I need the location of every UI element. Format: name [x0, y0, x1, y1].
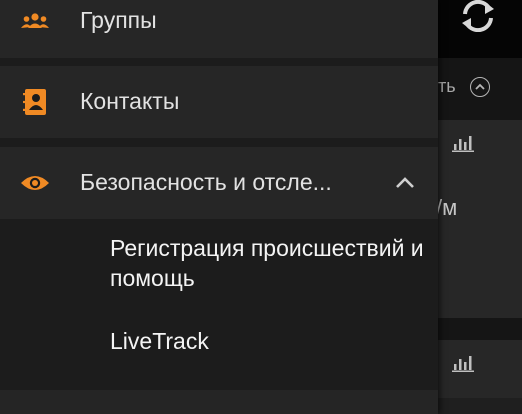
card-text: /м — [436, 195, 458, 220]
eye-icon — [20, 168, 50, 198]
bar-chart-icon[interactable] — [452, 134, 474, 152]
bar-chart-icon[interactable] — [452, 354, 474, 372]
navigation-drawer: Группы Контакты Безопасность и отсле... … — [0, 0, 438, 414]
chevron-up-icon[interactable] — [392, 173, 418, 193]
groups-icon — [20, 6, 50, 36]
drawer-item-contacts[interactable]: Контакты — [0, 66, 438, 138]
drawer-item-security[interactable]: Безопасность и отсле... — [0, 147, 438, 219]
drawer-item-groups[interactable]: Группы — [0, 0, 438, 58]
drawer-next-item — [0, 390, 438, 414]
contacts-book-icon — [20, 87, 50, 117]
sub-item-livetrack[interactable]: LiveTrack — [110, 326, 209, 356]
drawer-item-label: Группы — [80, 7, 157, 33]
background-bottom-bar — [438, 398, 522, 414]
sub-item-incident-detection[interactable]: Регистрация происшествий и помощь — [110, 233, 430, 293]
drawer-item-label: Контакты — [80, 88, 180, 114]
collapse-circle-icon — [469, 76, 490, 97]
collapse-control[interactable]: ть — [438, 76, 490, 97]
sync-icon[interactable] — [458, 0, 498, 32]
collapse-label: ть — [438, 76, 456, 96]
drawer-item-label: Безопасность и отсле... — [80, 169, 332, 195]
screen: ть /м Группы Контакты Безопасность и отс… — [0, 0, 522, 414]
